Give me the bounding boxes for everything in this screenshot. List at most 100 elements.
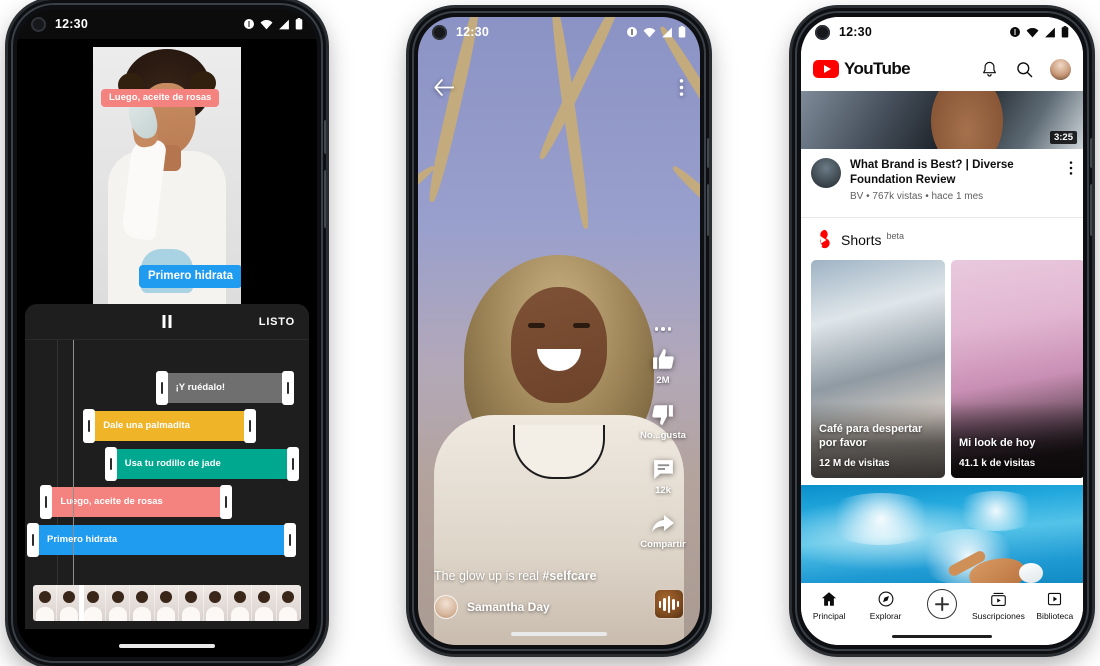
status-icons: [1009, 26, 1069, 38]
filmstrip-playhead[interactable]: [79, 585, 84, 621]
clip-trim-handle-right[interactable]: [284, 522, 297, 557]
phone2-side-button-power[interactable]: [707, 184, 709, 236]
like-count: 2M: [656, 374, 670, 386]
home-indicator: [119, 644, 215, 648]
like-button[interactable]: 2M: [651, 347, 676, 386]
clip-label: Usa tu rodillo de jade: [124, 458, 221, 469]
clip-trim-handle-left[interactable]: [27, 522, 39, 557]
featured-video-text: What Brand is Best? | Diverse Foundation…: [850, 158, 1065, 211]
pool-foam: [821, 493, 941, 545]
filmstrip[interactable]: [33, 585, 301, 621]
filmstrip-frame[interactable]: [179, 585, 204, 621]
youtube-header: YouTube: [801, 47, 1083, 91]
video-title[interactable]: What Brand is Best? | Diverse Foundation…: [850, 158, 1065, 187]
shorts-person-smile: [537, 349, 581, 371]
nav-item-create[interactable]: [914, 589, 970, 619]
home-icon: [822, 592, 837, 606]
timeline-tracks[interactable]: ¡Y ruédalo! Dale una palmadita Usa tu rodi…: [25, 340, 309, 585]
shorts-caption-hashtag[interactable]: #selfcare: [542, 569, 596, 583]
shorts-author-row[interactable]: Samantha Day: [434, 595, 684, 619]
notifications-bell-icon[interactable]: [980, 60, 999, 79]
clip-trim-handle-right[interactable]: [219, 484, 232, 519]
audio-waveform-icon[interactable]: [654, 589, 684, 619]
filmstrip-frame[interactable]: [276, 585, 301, 621]
filmstrip-frame[interactable]: [33, 585, 58, 621]
clip-trim-handle-right[interactable]: [286, 446, 299, 481]
clip-label: ¡Y ruédalo!: [175, 382, 226, 393]
timeline-clip[interactable]: Primero hidrata: [27, 522, 297, 557]
shorts-card[interactable]: Mi look de hoy 41.1 k de visitas: [951, 260, 1083, 478]
clip-trim-handle-left[interactable]: [83, 408, 96, 443]
more-horizontal-icon[interactable]: [654, 327, 672, 331]
more-vertical-icon[interactable]: [679, 78, 684, 97]
shorts-caption-area: The glow up is real #selfcare Samantha D…: [418, 569, 700, 619]
share-label: Compartir: [640, 538, 686, 550]
filmstrip-frame[interactable]: [106, 585, 131, 621]
clip-trim-handle-left[interactable]: [40, 484, 53, 519]
editor-video-frame[interactable]: Luego, aceite de rosas Primero hidrata: [93, 47, 241, 317]
timeline-clip[interactable]: ¡Y ruédalo!: [155, 370, 294, 405]
shorts-author-name[interactable]: Samantha Day: [467, 600, 550, 614]
done-button[interactable]: LISTO: [259, 316, 295, 328]
shorts-carousel[interactable]: Café para despertar por favor 12 M de vi…: [801, 260, 1083, 478]
camera-punch-hole-icon: [31, 16, 46, 32]
swimmer-cap: [1019, 563, 1043, 583]
shorts-person-eye-left: [528, 323, 545, 328]
pause-icon[interactable]: [162, 315, 172, 328]
phone1-side-button-volume[interactable]: [324, 120, 326, 154]
subscriptions-icon: [991, 592, 1006, 606]
phone2-side-button-volume[interactable]: [707, 138, 709, 168]
timeline-playhead[interactable]: [73, 340, 75, 585]
overlay-tag-rose-oil[interactable]: Luego, aceite de rosas: [101, 89, 220, 108]
filmstrip-frame[interactable]: [154, 585, 180, 621]
overlay-tag-hydrate[interactable]: Primero hidrata: [139, 265, 241, 288]
shorts-card[interactable]: Café para despertar por favor 12 M de vi…: [811, 260, 945, 478]
share-button[interactable]: Compartir: [640, 512, 686, 550]
youtube-play-icon: [813, 60, 839, 78]
phone1-side-button-power[interactable]: [324, 170, 326, 228]
featured-video-meta[interactable]: What Brand is Best? | Diverse Foundation…: [801, 149, 1083, 211]
phone3-side-button-volume[interactable]: [1090, 138, 1092, 168]
pool-video-thumbnail[interactable]: [801, 485, 1083, 595]
signal-icon: [279, 19, 289, 29]
filmstrip-frame[interactable]: [227, 585, 253, 621]
battery-icon: [1061, 26, 1069, 38]
nav-item-suscripciones[interactable]: Suscripciones: [970, 590, 1026, 621]
timeline-clip[interactable]: Dale una palmadita: [83, 408, 257, 443]
home-indicator: [511, 632, 607, 636]
featured-video-thumbnail[interactable]: 3:25: [801, 91, 1083, 149]
nav-item-biblioteca[interactable]: Biblioteca: [1027, 590, 1083, 621]
kebab-menu-icon[interactable]: [1065, 158, 1073, 211]
back-arrow-icon[interactable]: [434, 78, 454, 96]
nav-label: Explorar: [869, 611, 902, 621]
clip-trim-handle-left[interactable]: [104, 446, 117, 481]
timeline-clip[interactable]: Usa tu rodillo de jade: [104, 446, 299, 481]
youtube-header-actions: [980, 58, 1071, 80]
video-duration-badge: 3:25: [1049, 131, 1077, 144]
nav-item-explorar[interactable]: Explorar: [857, 590, 913, 621]
filmstrip-frame[interactable]: [203, 585, 228, 621]
clip-trim-handle-right[interactable]: [244, 408, 257, 443]
nav-label: Biblioteca: [1036, 611, 1074, 621]
shorts-section-header: Shorts beta: [801, 220, 1083, 260]
shorts-card-views: 41.1 k de visitas: [959, 458, 1036, 469]
account-avatar[interactable]: [1050, 58, 1071, 80]
phone3-side-button-power[interactable]: [1090, 184, 1092, 236]
screenshot-stage: 12:30 Luego, aceite de rosas Primero hid…: [0, 0, 1100, 666]
dislike-button[interactable]: No...gusta: [640, 402, 686, 441]
search-icon[interactable]: [1015, 60, 1034, 79]
channel-avatar[interactable]: [811, 158, 841, 188]
youtube-logo[interactable]: YouTube: [813, 59, 911, 79]
filmstrip-frame[interactable]: [81, 585, 107, 621]
filmstrip-frame[interactable]: [130, 585, 155, 621]
nav-item-principal[interactable]: Principal: [801, 590, 857, 621]
comment-button[interactable]: 12k: [651, 457, 676, 496]
shorts-action-rail: 2M No...gusta 12k Compartir: [634, 327, 692, 566]
avatar[interactable]: [434, 595, 458, 619]
filmstrip-frame[interactable]: [252, 585, 277, 621]
phone1-screen: 12:30 Luego, aceite de rosas Primero hid…: [17, 9, 317, 657]
clip-trim-handle-left[interactable]: [155, 370, 168, 405]
shorts-top-bar: [418, 65, 700, 109]
clip-trim-handle-right[interactable]: [281, 370, 294, 405]
create-plus-icon[interactable]: [927, 589, 958, 619]
